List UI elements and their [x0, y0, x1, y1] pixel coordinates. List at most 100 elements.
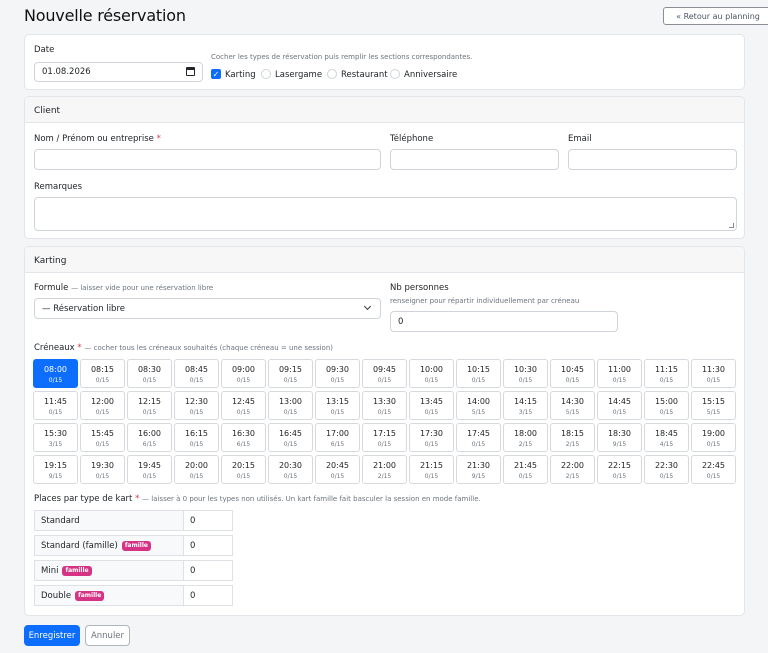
slot-time: 14:45	[607, 397, 632, 406]
name-input[interactable]	[34, 149, 381, 170]
slot-button[interactable]: 15:15 5/15	[691, 391, 736, 420]
slot-button[interactable]: 22:45 0/15	[691, 455, 736, 484]
slot-button[interactable]: 16:45 0/15	[268, 423, 313, 452]
slot-button[interactable]: 14:30 5/15	[550, 391, 595, 420]
slot-time: 16:30	[231, 429, 256, 438]
slot-button[interactable]: 20:00 0/15	[174, 455, 219, 484]
slot-button[interactable]: 11:45 0/15	[33, 391, 78, 420]
slot-button[interactable]: 10:30 0/15	[503, 359, 548, 388]
slot-button[interactable]: 12:00 0/15	[80, 391, 125, 420]
slot-button[interactable]: 17:30 0/15	[409, 423, 454, 452]
slot-count: 9/15	[612, 441, 627, 448]
kart-type-quantity-input[interactable]: 0	[184, 586, 232, 605]
type-checkbox-1[interactable]	[261, 69, 271, 79]
slot-button[interactable]: 10:15 0/15	[456, 359, 501, 388]
email-input[interactable]	[568, 149, 737, 170]
slot-button[interactable]: 10:45 0/15	[550, 359, 595, 388]
slot-button[interactable]: 13:00 0/15	[268, 391, 313, 420]
remarks-textarea[interactable]	[34, 197, 737, 231]
slot-button[interactable]: 18:45 4/15	[644, 423, 689, 452]
slot-button[interactable]: 08:30 0/15	[127, 359, 172, 388]
slot-button[interactable]: 22:15 0/15	[597, 455, 642, 484]
slot-button[interactable]: 11:30 0/15	[691, 359, 736, 388]
slot-button[interactable]: 16:00 6/15	[127, 423, 172, 452]
slot-button[interactable]: 11:00 0/15	[597, 359, 642, 388]
kart-type-quantity-input[interactable]: 0	[184, 561, 232, 580]
slot-button[interactable]: 16:15 0/15	[174, 423, 219, 452]
slot-time: 18:15	[560, 429, 585, 438]
slot-button[interactable]: 14:15 3/15	[503, 391, 548, 420]
slot-button[interactable]: 09:30 0/15	[315, 359, 360, 388]
resize-handle-icon[interactable]	[729, 223, 734, 228]
slot-button[interactable]: 15:30 3/15	[33, 423, 78, 452]
type-label-3[interactable]: Anniversaire	[404, 70, 457, 80]
slot-button[interactable]: 09:45 0/15	[362, 359, 407, 388]
slot-button[interactable]: 21:00 2/15	[362, 455, 407, 484]
slot-button[interactable]: 15:00 0/15	[644, 391, 689, 420]
calendar-icon[interactable]	[186, 67, 195, 76]
cancel-button[interactable]: Annuler	[85, 625, 130, 646]
slot-button[interactable]: 17:45 0/15	[456, 423, 501, 452]
slot-button[interactable]: 21:30 9/15	[456, 455, 501, 484]
slot-button[interactable]: 13:15 0/15	[315, 391, 360, 420]
kart-type-quantity-input[interactable]: 0	[184, 536, 232, 555]
slot-button[interactable]: 19:15 9/15	[33, 455, 78, 484]
formule-select[interactable]: — Réservation libre	[34, 298, 381, 319]
slot-button[interactable]: 19:30 0/15	[80, 455, 125, 484]
creneaux-hint: — cocher tous les créneaux souhaités (ch…	[84, 344, 333, 352]
slot-button[interactable]: 20:15 0/15	[221, 455, 266, 484]
slot-button[interactable]: 13:30 0/15	[362, 391, 407, 420]
back-to-planning-button[interactable]: « Retour au planning	[663, 7, 768, 25]
slot-button[interactable]: 21:45 0/15	[503, 455, 548, 484]
type-label-2[interactable]: Restaurant	[341, 70, 388, 80]
slot-button[interactable]: 19:00 0/15	[691, 423, 736, 452]
slot-button[interactable]: 21:15 0/15	[409, 455, 454, 484]
type-checkbox-2[interactable]	[327, 69, 337, 79]
slot-button[interactable]: 08:45 0/15	[174, 359, 219, 388]
slot-button[interactable]: 17:00 6/15	[315, 423, 360, 452]
slot-button[interactable]: 18:30 9/15	[597, 423, 642, 452]
slot-button[interactable]: 20:45 0/15	[315, 455, 360, 484]
phone-input[interactable]	[390, 149, 559, 170]
type-checkbox-0[interactable]: ✓	[211, 69, 221, 79]
slot-button[interactable]: 11:15 0/15	[644, 359, 689, 388]
type-checkbox-3[interactable]	[390, 69, 400, 79]
slot-button[interactable]: 16:30 6/15	[221, 423, 266, 452]
slot-button[interactable]: 12:15 0/15	[127, 391, 172, 420]
slot-button[interactable]: 12:45 0/15	[221, 391, 266, 420]
slot-count: 0/15	[565, 377, 580, 384]
slot-time: 09:45	[372, 365, 397, 374]
slot-button[interactable]: 20:30 0/15	[268, 455, 313, 484]
slot-button[interactable]: 19:45 0/15	[127, 455, 172, 484]
slot-button[interactable]: 17:15 0/15	[362, 423, 407, 452]
slot-button[interactable]: 10:00 0/15	[409, 359, 454, 388]
slot-button[interactable]: 14:45 0/15	[597, 391, 642, 420]
slot-button[interactable]: 13:45 0/15	[409, 391, 454, 420]
slot-count: 0/15	[330, 473, 345, 480]
nb-personnes-input[interactable]: 0	[390, 311, 618, 332]
slot-button[interactable]: 09:00 0/15	[221, 359, 266, 388]
slot-count: 5/15	[471, 409, 486, 416]
slot-count: 3/15	[48, 441, 63, 448]
slot-button[interactable]: 08:00 0/15	[33, 359, 78, 388]
slot-button[interactable]: 12:30 0/15	[174, 391, 219, 420]
kart-type-quantity-input[interactable]: 0	[184, 511, 232, 530]
slot-button[interactable]: 22:30 0/15	[644, 455, 689, 484]
slot-button[interactable]: 15:45 0/15	[80, 423, 125, 452]
slot-button[interactable]: 18:15 2/15	[550, 423, 595, 452]
slot-count: 0/15	[377, 377, 392, 384]
date-input[interactable]: 01.08.2026	[34, 62, 203, 82]
slot-button[interactable]: 14:00 5/15	[456, 391, 501, 420]
slot-button[interactable]: 08:15 0/15	[80, 359, 125, 388]
save-button[interactable]: Enregistrer	[24, 625, 80, 646]
slot-time: 14:30	[560, 397, 585, 406]
remarks-label: Remarques	[34, 182, 83, 192]
karting-header: Karting	[25, 247, 744, 273]
slot-button[interactable]: 09:15 0/15	[268, 359, 313, 388]
type-label-0[interactable]: Karting	[225, 70, 256, 80]
slot-button[interactable]: 22:00 2/15	[550, 455, 595, 484]
slot-time: 12:15	[137, 397, 162, 406]
email-label: Email	[568, 134, 592, 144]
slot-button[interactable]: 18:00 2/15	[503, 423, 548, 452]
type-label-1[interactable]: Lasergame	[275, 70, 322, 80]
